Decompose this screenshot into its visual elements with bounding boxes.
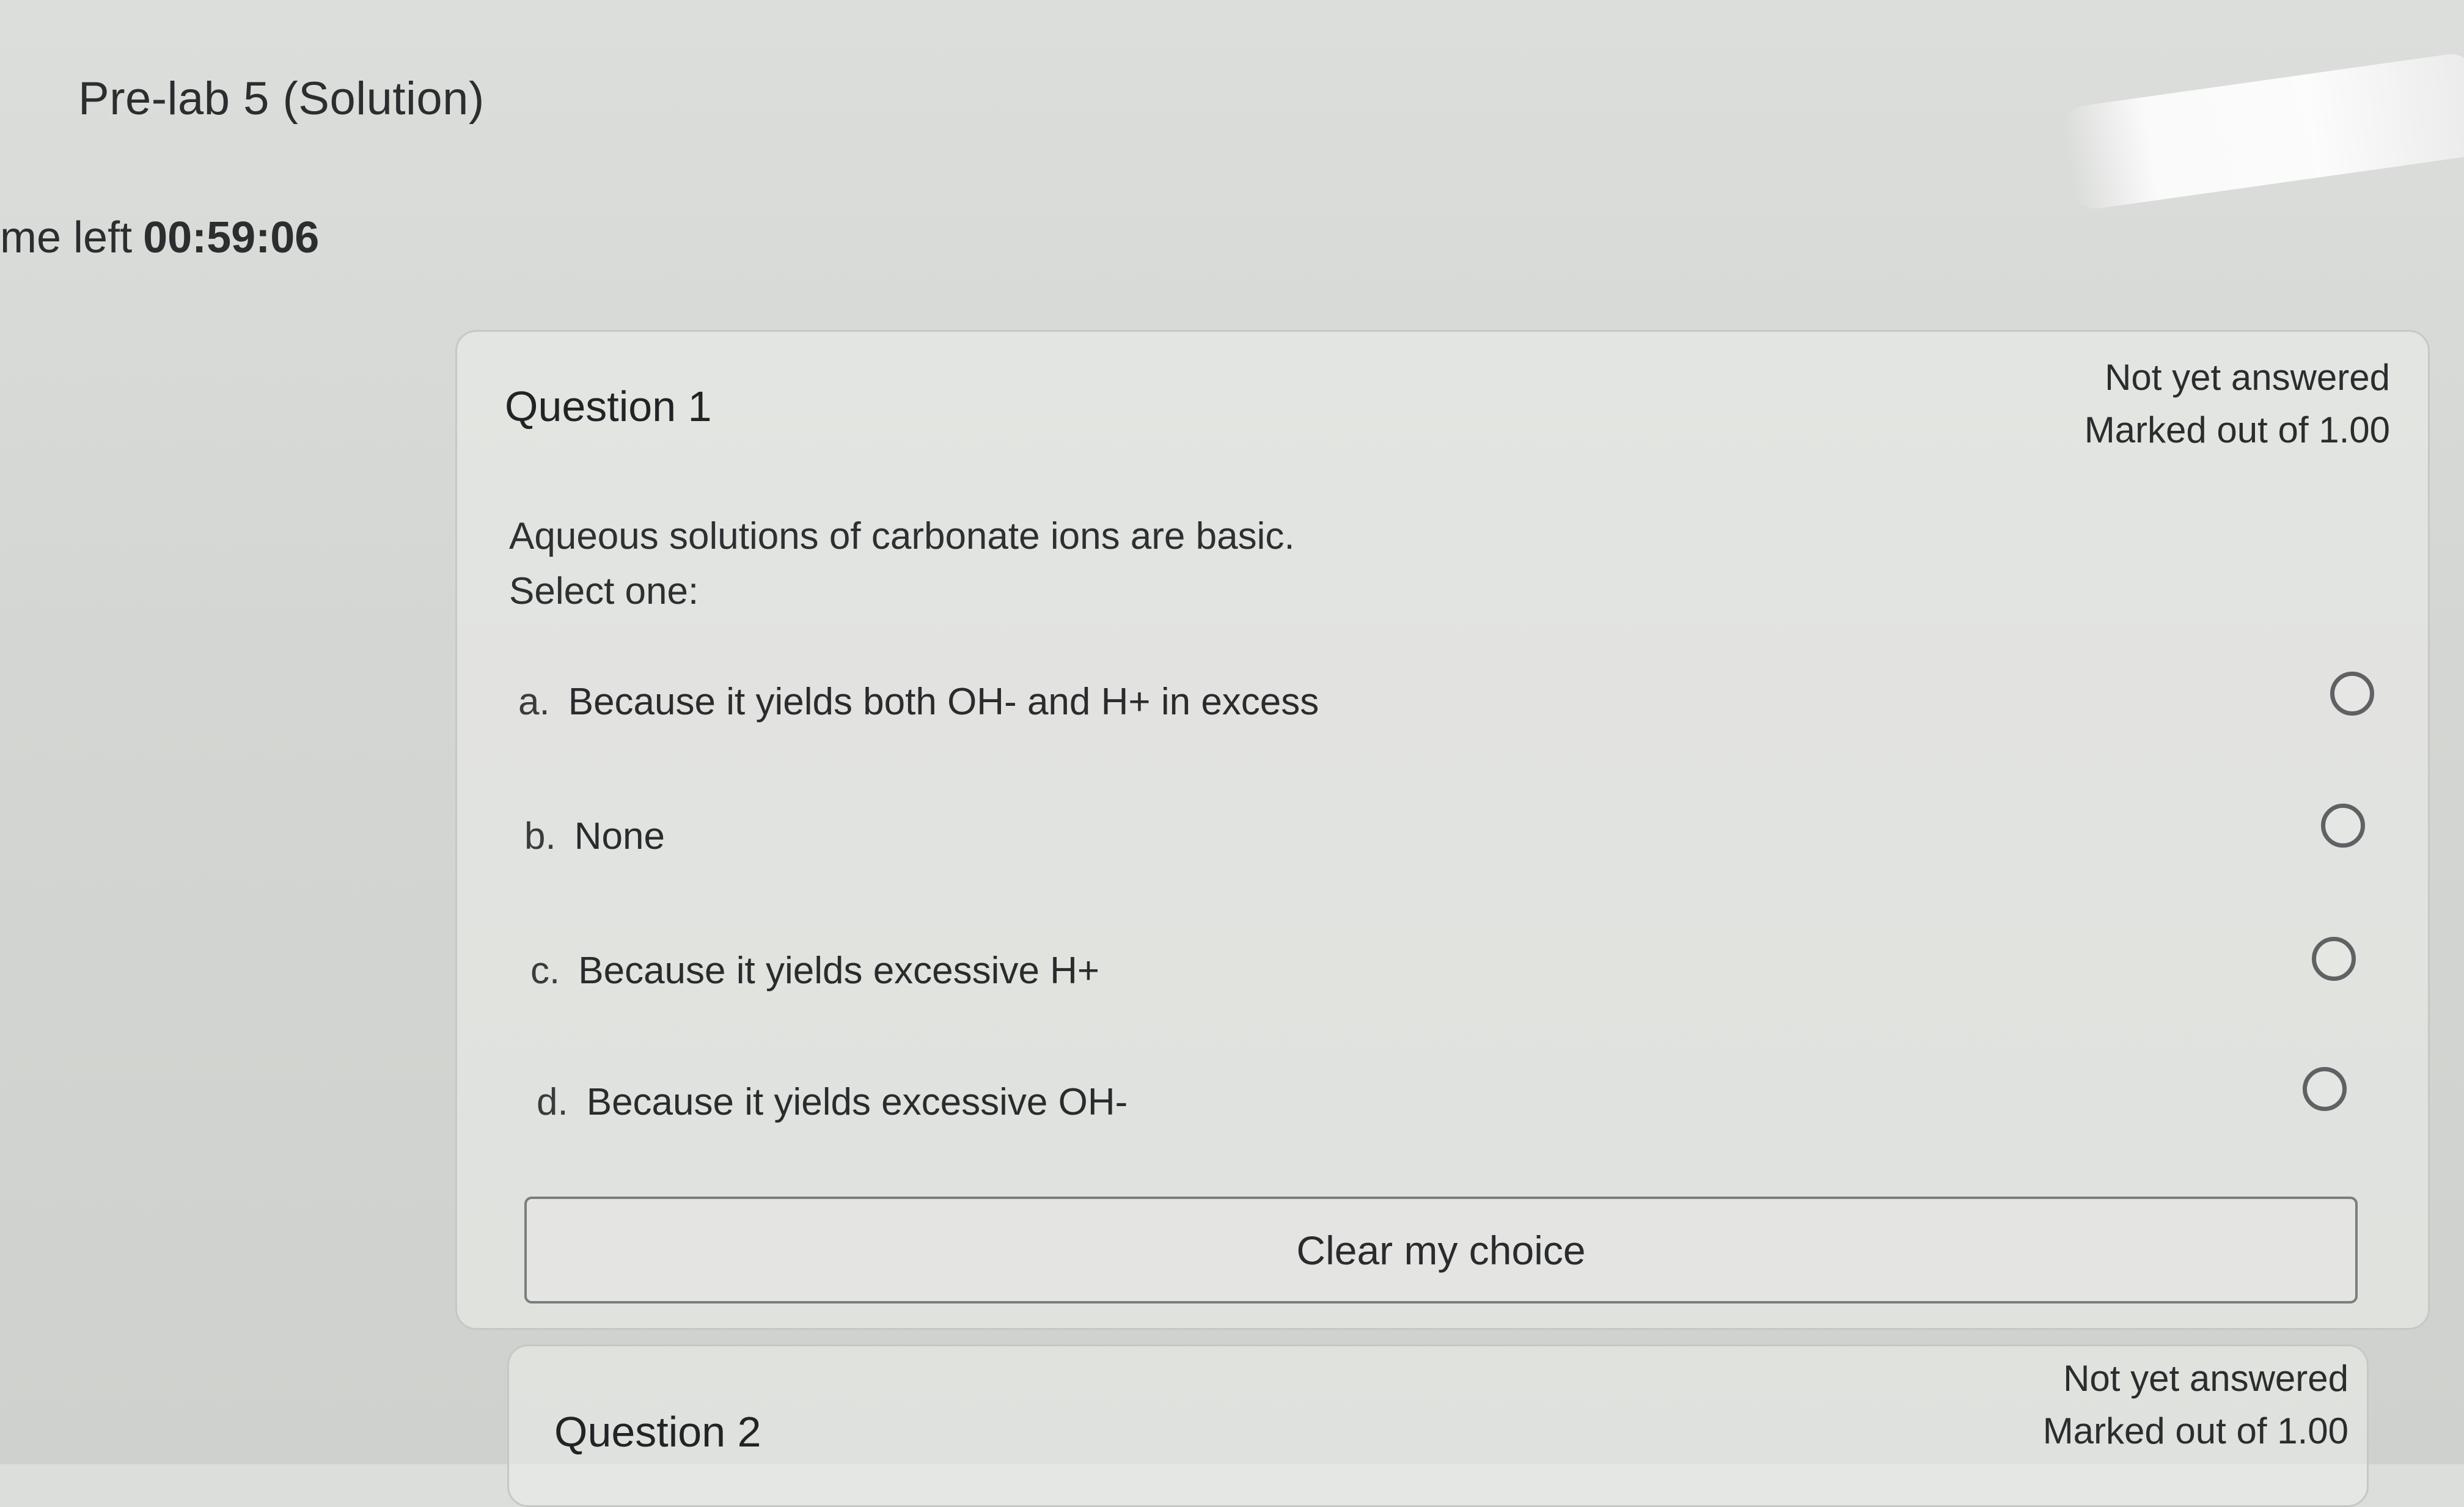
option-c-letter: c. bbox=[530, 950, 560, 992]
option-a-letter: a. bbox=[518, 681, 550, 723]
option-a-radio[interactable] bbox=[2330, 672, 2374, 716]
option-c[interactable]: c. Because it yields excessive H+ bbox=[530, 949, 1099, 992]
quiz-timer: me left 00:59:06 bbox=[0, 213, 319, 263]
page-title: Pre-lab 5 (Solution) bbox=[78, 73, 485, 125]
timer-label: me left bbox=[0, 213, 133, 262]
screen-glare bbox=[2060, 51, 2464, 212]
option-a-label: Because it yields both OH- and H+ in exc… bbox=[568, 681, 1319, 723]
question-1-status: Not yet answered bbox=[2105, 357, 2390, 398]
option-b-label: None bbox=[574, 815, 665, 857]
option-b-radio[interactable] bbox=[2321, 804, 2365, 848]
timer-value: 00:59:06 bbox=[143, 213, 320, 262]
option-c-radio[interactable] bbox=[2312, 937, 2356, 981]
question-1-info: Not yet answered Marked out of 1.00 bbox=[2084, 351, 2390, 457]
question-1-text: Aqueous solutions of carbonate ions are … bbox=[509, 515, 1295, 557]
question-1-text-block: Aqueous solutions of carbonate ions are … bbox=[509, 509, 1295, 619]
option-c-label: Because it yields excessive H+ bbox=[578, 950, 1100, 992]
question-1-heading: Question 1 bbox=[505, 383, 712, 430]
option-b[interactable]: b. None bbox=[524, 815, 665, 858]
option-d[interactable]: d. Because it yields excessive OH- bbox=[537, 1080, 1128, 1124]
question-2-heading: Question 2 bbox=[554, 1408, 761, 1456]
option-d-letter: d. bbox=[537, 1081, 568, 1123]
question-2-info: Not yet answered Marked out of 1.00 bbox=[2043, 1352, 2348, 1458]
question-2-card: Question 2 Not yet answered Marked out o… bbox=[507, 1344, 2369, 1507]
question-1-prompt: Select one: bbox=[509, 570, 699, 612]
option-d-radio[interactable] bbox=[2303, 1067, 2347, 1111]
option-d-label: Because it yields excessive OH- bbox=[586, 1081, 1128, 1123]
option-a[interactable]: a. Because it yields both OH- and H+ in … bbox=[518, 680, 1319, 724]
option-b-letter: b. bbox=[524, 815, 556, 857]
question-2-marks: Marked out of 1.00 bbox=[2042, 1410, 2348, 1451]
question-1-marks: Marked out of 1.00 bbox=[2084, 409, 2390, 450]
question-2-status: Not yet answered bbox=[2063, 1358, 2348, 1399]
question-1-card: Question 1 Not yet answered Marked out o… bbox=[455, 330, 2430, 1330]
clear-choice-button[interactable]: Clear my choice bbox=[524, 1197, 2358, 1304]
